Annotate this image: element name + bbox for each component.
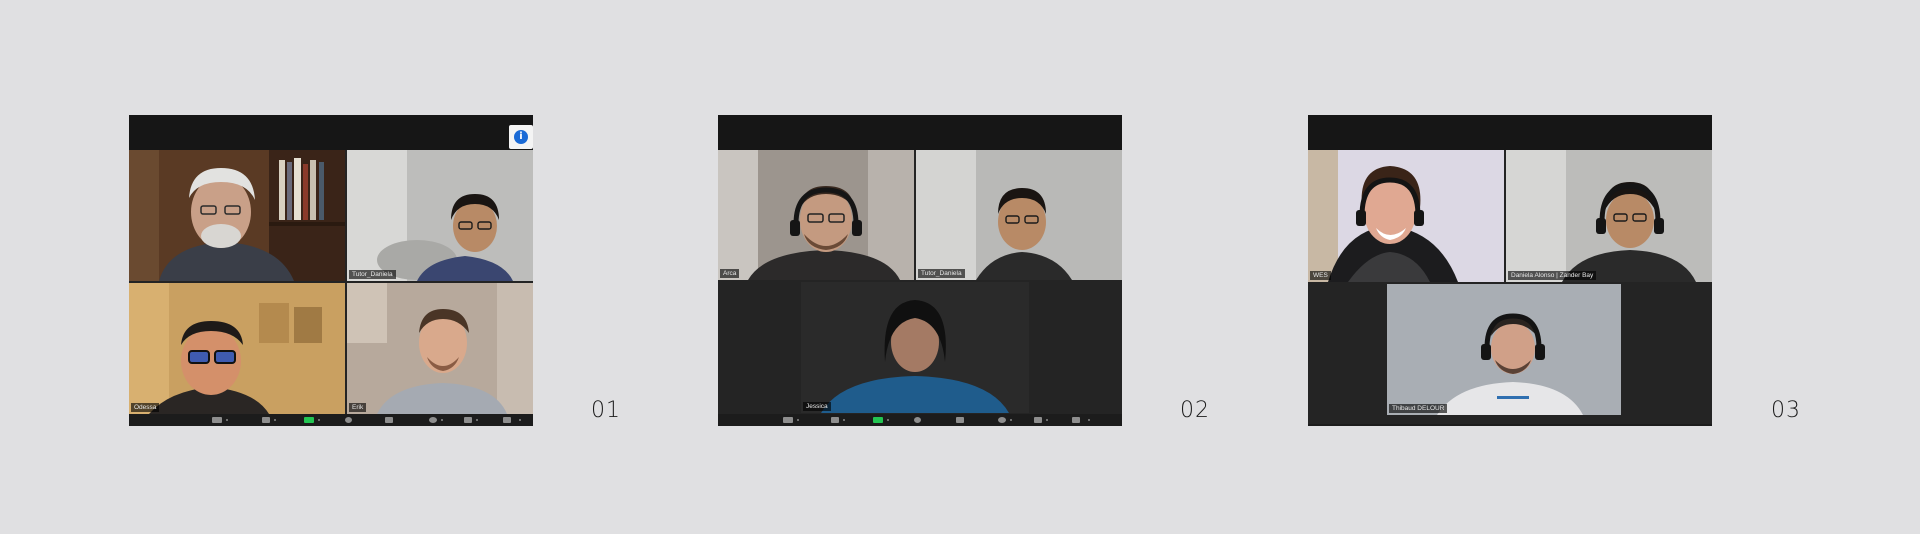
caret-icon[interactable]	[797, 419, 799, 421]
participant-video	[1387, 284, 1621, 415]
caret-icon[interactable]	[519, 419, 521, 421]
participant-name-label: Tutor_Daniela	[918, 269, 965, 278]
more-icon[interactable]	[503, 417, 511, 423]
caret-icon[interactable]	[441, 419, 443, 421]
video-tile-active-speaker[interactable]: Daniela Alonso | Zander Bay	[1506, 150, 1712, 282]
meeting-top-bar: i	[129, 115, 533, 150]
share-screen-icon[interactable]	[873, 417, 883, 423]
meeting-top-bar	[718, 115, 1122, 150]
video-tile-participant[interactable]: Erik	[347, 283, 533, 414]
caret-icon[interactable]	[1046, 419, 1048, 421]
participant-video	[129, 283, 345, 414]
whiteboard-icon[interactable]	[464, 417, 472, 423]
meeting-controls-toolbar	[718, 414, 1122, 426]
video-tile-participant[interactable]: Odessa	[129, 283, 345, 414]
participants-icon[interactable]	[783, 417, 793, 423]
caret-icon[interactable]	[274, 419, 276, 421]
meeting-controls-toolbar	[1308, 424, 1712, 426]
reactions-icon[interactable]	[998, 417, 1006, 423]
whiteboard-icon[interactable]	[1034, 417, 1042, 423]
video-call-window-2: Arca Tutor_Daniela Jessica	[718, 115, 1122, 426]
panel-label: 02	[1180, 398, 1210, 423]
video-call-window-1: i Tutor_Daniela Odessa Erik	[129, 115, 533, 426]
video-call-window-3: WES Daniela Alonso | Zander Bay Thibaud	[1308, 115, 1712, 426]
panel-label: 03	[1771, 398, 1801, 423]
participant-video	[347, 283, 533, 414]
participant-video	[801, 282, 1029, 413]
participant-name-label: Daniela Alonso | Zander Bay	[1508, 271, 1597, 280]
meeting-controls-toolbar	[129, 414, 533, 426]
caret-icon[interactable]	[887, 419, 889, 421]
participant-video	[129, 150, 345, 281]
caret-icon[interactable]	[1010, 419, 1012, 421]
participant-video	[718, 150, 914, 280]
record-icon[interactable]	[914, 417, 921, 423]
share-screen-icon[interactable]	[304, 417, 314, 423]
participant-name-label: Erik	[349, 403, 367, 412]
video-tile-participant[interactable]: Thibaud DELOUR	[1387, 284, 1621, 415]
caret-icon[interactable]	[843, 419, 845, 421]
participant-name-label: WES	[1310, 271, 1331, 280]
participant-name-label: Jessica	[803, 402, 831, 411]
caret-icon[interactable]	[226, 419, 228, 421]
caret-icon[interactable]	[318, 419, 320, 421]
participant-video	[1308, 150, 1504, 282]
caret-icon[interactable]	[1088, 419, 1090, 421]
more-icon[interactable]	[1072, 417, 1080, 423]
apps-icon[interactable]	[956, 417, 964, 423]
participant-name-label: Odessa	[131, 403, 160, 412]
video-tile-participant[interactable]	[129, 150, 345, 281]
participant-video	[1506, 150, 1712, 282]
meeting-top-bar	[1308, 115, 1712, 150]
video-tile-participant[interactable]: WES	[1308, 150, 1504, 282]
video-tile-active-speaker[interactable]: Tutor_Daniela	[916, 150, 1122, 280]
video-tile-active-speaker[interactable]: Tutor_Daniela	[347, 150, 533, 281]
panel-label: 01	[591, 398, 621, 423]
info-button[interactable]: i	[509, 125, 533, 149]
participant-name-label: Thibaud DELOUR	[1389, 404, 1448, 413]
participant-name-label: Tutor_Daniela	[349, 270, 396, 279]
chat-icon[interactable]	[262, 417, 270, 423]
record-icon[interactable]	[345, 417, 352, 423]
info-icon: i	[514, 130, 528, 144]
video-tile-participant[interactable]: Arca	[718, 150, 914, 280]
video-tile-participant[interactable]: Jessica	[801, 282, 1029, 413]
participant-video	[916, 150, 1122, 280]
participant-video	[347, 150, 533, 281]
reactions-icon[interactable]	[429, 417, 437, 423]
caret-icon[interactable]	[476, 419, 478, 421]
chat-icon[interactable]	[831, 417, 839, 423]
apps-icon[interactable]	[385, 417, 393, 423]
participant-name-label: Arca	[720, 269, 740, 278]
participants-icon[interactable]	[212, 417, 222, 423]
